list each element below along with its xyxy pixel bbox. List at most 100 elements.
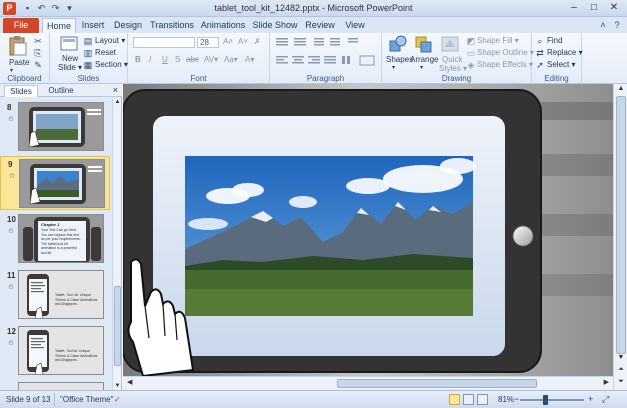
grow-font-button[interactable]: A˄ bbox=[223, 37, 233, 46]
tab-transitions[interactable]: Transitions bbox=[150, 18, 194, 33]
paste-button[interactable]: Paste bbox=[9, 58, 29, 67]
maximize-button[interactable]: □ bbox=[585, 1, 603, 15]
minimize-ribbon-icon[interactable]: ˄ bbox=[598, 20, 608, 30]
slides-label: Slides bbox=[77, 74, 100, 83]
slide-thumbnail-12[interactable]: 12 ✩ Tablet, Tool kit. Unique Theme & Cl… bbox=[0, 324, 110, 378]
format-painter-icon[interactable]: ✎ bbox=[33, 60, 43, 70]
change-case-button[interactable]: Aa▾ bbox=[224, 55, 238, 64]
theme-name[interactable]: "Office Theme" bbox=[60, 395, 113, 404]
thumbnail-image: Chapter 1 Your Text Can go Here. You can… bbox=[18, 214, 104, 263]
tab-outline[interactable]: Outline bbox=[42, 85, 80, 97]
new-slide-icon[interactable] bbox=[60, 35, 78, 53]
section-button[interactable]: Section ▾ bbox=[95, 60, 128, 69]
tab-slide-show[interactable]: Slide Show bbox=[252, 18, 298, 33]
select-button[interactable]: Select ▾ bbox=[547, 60, 575, 69]
slide-thumbnail-8[interactable]: 8 ✩ bbox=[0, 100, 110, 154]
scrollbar-thumb[interactable] bbox=[114, 286, 121, 366]
fit-to-window-icon[interactable]: ⤢ bbox=[602, 394, 609, 405]
slide-content[interactable] bbox=[123, 84, 613, 376]
slide-thumbnail-13[interactable] bbox=[0, 380, 110, 390]
shrink-font-button[interactable]: A˅ bbox=[238, 37, 248, 46]
bold-button[interactable]: B bbox=[135, 55, 141, 64]
previous-slide-icon[interactable]: ⏶ bbox=[614, 366, 627, 374]
slide-thumbnail-11[interactable]: 11 ✩ Tablet, Tool, kit. Unique Theme & C… bbox=[0, 268, 110, 322]
shapes-dropdown-icon[interactable]: ▾ bbox=[392, 64, 395, 71]
shape-effects-icon: ◈ bbox=[467, 60, 475, 70]
slide-number: 11 bbox=[7, 271, 16, 280]
arrange-button[interactable]: Arrange bbox=[410, 55, 438, 64]
scroll-up-icon[interactable]: ▲ bbox=[614, 85, 627, 92]
editing-group: ⌕ Find ⇄ Replace ▾ ➚ Select ▾ Editing bbox=[532, 33, 583, 84]
paste-dropdown-icon[interactable]: ▾ bbox=[10, 67, 13, 74]
strikethrough-button[interactable]: abc bbox=[186, 55, 199, 64]
tab-design[interactable]: Design bbox=[112, 18, 144, 33]
copy-icon[interactable]: ⎘ bbox=[33, 48, 43, 58]
scroll-left-icon[interactable]: ◀ bbox=[127, 378, 132, 386]
zoom-slider-knob[interactable] bbox=[543, 395, 549, 405]
scroll-down-icon[interactable]: ▼ bbox=[614, 354, 627, 361]
new-slide-dropdown[interactable]: Slide ▾ bbox=[58, 63, 82, 72]
close-pane-icon[interactable]: × bbox=[113, 85, 118, 95]
close-button[interactable]: ✕ bbox=[604, 1, 624, 15]
layout-button[interactable]: Layout ▾ bbox=[95, 36, 125, 45]
reading-view-icon[interactable] bbox=[477, 394, 488, 405]
scrollbar-thumb[interactable] bbox=[337, 379, 537, 388]
cut-icon[interactable]: ✂ bbox=[33, 36, 43, 46]
vertical-scrollbar[interactable]: ▲ ▼ ⏶ ⏷ bbox=[613, 84, 627, 390]
find-button[interactable]: Find bbox=[547, 36, 563, 45]
zoom-in-icon[interactable]: + bbox=[588, 394, 593, 404]
tab-animations[interactable]: Animations bbox=[200, 18, 246, 33]
shape-fill-button[interactable]: Shape Fill ▾ bbox=[477, 36, 519, 45]
ribbon-tabs: File Home Insert Design Transitions Anim… bbox=[0, 17, 627, 33]
horizontal-scrollbar[interactable]: ◀ ▶ bbox=[123, 376, 613, 390]
tab-review[interactable]: Review bbox=[304, 18, 336, 33]
italic-button[interactable]: I bbox=[149, 55, 151, 64]
shadow-button[interactable]: S bbox=[175, 55, 180, 64]
tab-file[interactable]: File bbox=[3, 18, 39, 33]
underline-button[interactable]: U bbox=[162, 55, 168, 64]
tab-slides[interactable]: Slides bbox=[4, 85, 38, 97]
font-color-button[interactable]: A▾ bbox=[245, 55, 254, 64]
shape-outline-button[interactable]: Shape Outline ▾ bbox=[477, 48, 534, 57]
zoom-out-icon[interactable]: − bbox=[514, 394, 519, 404]
quick-styles-button[interactable]: Quick bbox=[442, 55, 462, 64]
slide-canvas[interactable] bbox=[123, 84, 613, 376]
font-size-combo[interactable]: 28 bbox=[197, 37, 219, 48]
arrange-dropdown-icon[interactable]: ▾ bbox=[420, 64, 423, 71]
zoom-level[interactable]: 81% bbox=[498, 395, 514, 404]
scroll-up-icon[interactable]: ▲ bbox=[113, 99, 122, 105]
character-spacing-button[interactable]: AV▾ bbox=[204, 55, 218, 64]
next-slide-icon[interactable]: ⏷ bbox=[614, 378, 627, 386]
replace-button[interactable]: Replace ▾ bbox=[547, 48, 583, 57]
arrange-icon[interactable] bbox=[414, 35, 434, 53]
scroll-down-icon[interactable]: ▼ bbox=[113, 383, 122, 389]
clipboard-group: Paste ▾ ✂ ⎘ ✎ Clipboard bbox=[0, 33, 50, 84]
thumbnail-image bbox=[19, 159, 105, 208]
animation-star-icon: ✩ bbox=[8, 284, 14, 291]
thumbnail-image: Tablet, Tool kit. Unique Theme & Clean A… bbox=[18, 326, 104, 375]
tab-view[interactable]: View bbox=[342, 18, 368, 33]
zoom-slider[interactable] bbox=[520, 399, 584, 401]
slide-thumbnail-9[interactable]: 9 ✩ bbox=[0, 156, 110, 210]
new-slide-button[interactable]: New bbox=[62, 54, 78, 63]
clear-formatting-button[interactable]: ✗ bbox=[254, 37, 261, 46]
help-icon[interactable]: ? bbox=[612, 20, 622, 30]
scrollbar-thumb[interactable] bbox=[616, 96, 626, 354]
slide-thumbnail-10[interactable]: 10 ✩ Chapter 1 Your Text Can go Here. Yo… bbox=[0, 212, 110, 266]
paste-icon[interactable] bbox=[8, 35, 28, 57]
minimize-button[interactable]: – bbox=[565, 1, 583, 15]
shape-effects-button[interactable]: Shape Effects ▾ bbox=[477, 60, 533, 69]
spelling-icon[interactable]: ✓ bbox=[114, 395, 121, 404]
quick-styles-icon[interactable] bbox=[440, 35, 460, 53]
normal-view-icon[interactable] bbox=[449, 394, 460, 405]
reset-button[interactable]: Reset bbox=[95, 48, 116, 57]
shapes-icon[interactable] bbox=[388, 35, 408, 53]
tab-home[interactable]: Home bbox=[42, 18, 76, 33]
font-name-combo[interactable] bbox=[133, 37, 195, 48]
scroll-right-icon[interactable]: ▶ bbox=[604, 378, 609, 386]
slides-pane-scrollbar[interactable]: ▲ ▼ bbox=[112, 98, 121, 390]
tab-insert[interactable]: Insert bbox=[78, 18, 108, 33]
paragraph-icons[interactable] bbox=[274, 36, 378, 70]
slide-sorter-icon[interactable] bbox=[463, 394, 474, 405]
quick-styles-dropdown[interactable]: Styles ▾ bbox=[439, 64, 467, 73]
